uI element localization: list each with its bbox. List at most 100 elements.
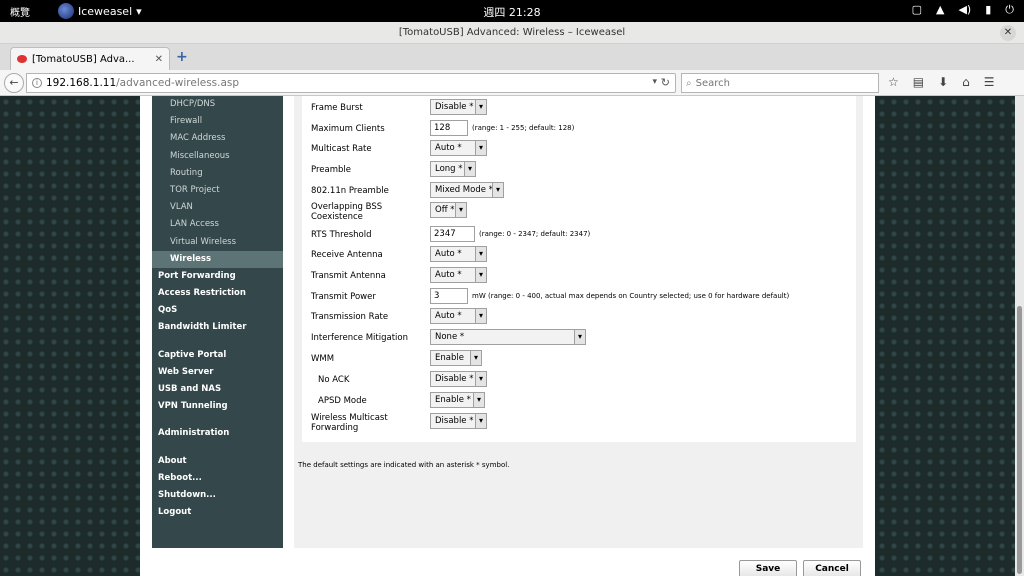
apsd-mode-select[interactable]: Enable * xyxy=(430,392,485,408)
new-tab-button[interactable]: + xyxy=(176,49,188,65)
no-ack-select[interactable]: Disable * xyxy=(430,371,487,387)
tab-bar: [TomatoUSB] Adva... ✕ + xyxy=(0,44,1024,70)
setting-label: RTS Threshold xyxy=(311,230,372,240)
save-button[interactable]: Save xyxy=(739,560,797,576)
network-icon[interactable]: ▲ xyxy=(936,3,944,17)
url-path: /advanced-wireless.asp xyxy=(116,77,240,89)
volume-icon[interactable]: ◀) xyxy=(958,3,971,17)
receive-antenna-select[interactable]: Auto * xyxy=(430,246,487,262)
activities-button[interactable]: 概覽 xyxy=(10,4,30,19)
802-11n-preamble-select[interactable]: Mixed Mode * xyxy=(430,182,504,198)
rts-threshold-input[interactable]: 2347 xyxy=(430,226,475,242)
search-box[interactable]: ⌕ xyxy=(681,73,879,93)
maximum-clients-hint: (range: 1 - 255; default: 128) xyxy=(472,124,575,132)
wmm-select[interactable]: Enable xyxy=(430,350,482,366)
setting-label: Transmission Rate xyxy=(311,312,389,322)
app-menu[interactable]: Iceweasel ▾ xyxy=(58,2,142,20)
sidebar-item-shutdown[interactable]: Shutdown... xyxy=(152,487,283,504)
interference-mitigation-select[interactable]: None * xyxy=(430,329,586,345)
rts-threshold-hint: (range: 0 - 2347; default: 2347) xyxy=(479,230,591,238)
window-titlebar: [TomatoUSB] Advanced: Wireless – Iceweas… xyxy=(0,22,1024,44)
sidebar-item-vlan[interactable]: VLAN xyxy=(152,199,283,216)
sidebar-item-access-restriction[interactable]: Access Restriction xyxy=(152,285,283,302)
sidebar-item-miscellaneous[interactable]: Miscellaneous xyxy=(152,148,283,165)
reading-list-icon[interactable]: ▤ xyxy=(913,75,924,89)
sidebar-item-about[interactable]: About xyxy=(152,453,283,470)
url-bar[interactable]: i 192.168.1.11 /advanced-wireless.asp ▾ … xyxy=(26,73,676,93)
setting-row-interference-mitigation: Interference Mitigation None * xyxy=(311,329,851,349)
sidebar-item-administration[interactable]: Administration xyxy=(152,425,283,442)
sidebar-item-qos[interactable]: QoS xyxy=(152,302,283,319)
transmission-rate-select[interactable]: Auto * xyxy=(430,308,487,324)
downloads-icon[interactable]: ⬇ xyxy=(938,75,948,89)
setting-label: Interference Mitigation xyxy=(311,333,408,343)
sidebar-item-virtual-wireless[interactable]: Virtual Wireless xyxy=(152,234,283,251)
setting-row-maximum-clients: Maximum Clients 128 (range: 1 - 255; defau… xyxy=(311,120,851,140)
multicast-rate-select[interactable]: Auto * xyxy=(430,140,487,156)
sidebar-item-logout[interactable]: Logout xyxy=(152,504,283,521)
sidebar-item-tor-project[interactable]: TOR Project xyxy=(152,182,283,199)
setting-row-802-11n-preamble: 802.11n Preamble Mixed Mode * xyxy=(311,182,851,202)
reload-icon[interactable]: ↻ xyxy=(661,76,670,89)
home-icon[interactable]: ⌂ xyxy=(962,75,970,89)
setting-row-no-ack: No ACK Disable * xyxy=(311,371,851,391)
page-container: DHCP/DNS Firewall MAC Address Miscellaneous… xyxy=(140,96,875,576)
sidebar-item-lan-access[interactable]: LAN Access xyxy=(152,216,283,233)
preamble-select[interactable]: Long * xyxy=(430,161,476,177)
scrollbar-thumb[interactable] xyxy=(1017,306,1022,574)
transmit-antenna-select[interactable]: Auto * xyxy=(430,267,487,283)
power-icon[interactable]: ⏻ xyxy=(1005,3,1014,17)
tab-close-icon[interactable]: ✕ xyxy=(155,54,163,65)
battery-icon[interactable]: ▮ xyxy=(985,3,991,17)
window-title: [TomatoUSB] Advanced: Wireless – Iceweas… xyxy=(398,27,626,38)
setting-row-preamble: Preamble Long * xyxy=(311,161,851,181)
menu-icon[interactable]: ☰ xyxy=(984,75,995,89)
sidebar-item-firewall[interactable]: Firewall xyxy=(152,113,283,130)
site-info-icon[interactable]: i xyxy=(32,78,42,88)
sidebar-item-wireless[interactable]: Wireless xyxy=(152,250,283,268)
clock[interactable]: 週四 21:28 xyxy=(0,4,1024,20)
setting-row-overlapping-bss-coexistence: Overlapping BSS Coexistence Off * xyxy=(311,202,851,222)
setting-label: Frame Burst xyxy=(311,103,363,113)
bookmark-star-icon[interactable]: ☆ xyxy=(888,75,899,89)
setting-row-wireless-multicast-forwarding: Wireless Multicast Forwarding Disable * xyxy=(311,413,851,433)
maximum-clients-input[interactable]: 128 xyxy=(430,120,468,136)
sidebar-item-port-forwarding[interactable]: Port Forwarding xyxy=(152,268,283,285)
cancel-button[interactable]: Cancel xyxy=(803,560,861,576)
sidebar-item-usb-and-nas[interactable]: USB and NAS xyxy=(152,381,283,398)
sidebar-item-vpn-tunneling[interactable]: VPN Tunneling xyxy=(152,398,283,415)
overlapping-bss-coexistence-select[interactable]: Off * xyxy=(430,202,467,218)
sidebar-item-web-server[interactable]: Web Server xyxy=(152,364,283,381)
back-button[interactable]: ← xyxy=(4,73,24,93)
sidebar-item-mac-address[interactable]: MAC Address xyxy=(152,130,283,147)
transmit-power-input[interactable]: 3 xyxy=(430,288,468,304)
setting-row-rts-threshold: RTS Threshold 2347 (range: 0 - 2347; defau… xyxy=(311,226,851,246)
wireless-multicast-forwarding-select[interactable]: Disable * xyxy=(430,413,487,429)
tab-tomatousb[interactable]: [TomatoUSB] Adva... ✕ xyxy=(10,47,170,70)
page-viewport: DHCP/DNS Firewall MAC Address Miscellaneous… xyxy=(0,96,1015,576)
sidebar-item-reboot[interactable]: Reboot... xyxy=(152,470,283,487)
setting-label: Transmit Antenna xyxy=(311,271,386,281)
setting-row-multicast-rate: Multicast Rate Auto * xyxy=(311,140,851,160)
sidebar-item-bandwidth-limiter[interactable]: Bandwidth Limiter xyxy=(152,319,283,336)
default-settings-note: The default settings are indicated with … xyxy=(298,461,510,469)
window-close-button[interactable]: ✕ xyxy=(1000,25,1016,41)
setting-row-receive-antenna: Receive Antenna Auto * xyxy=(311,246,851,266)
url-dropdown-icon[interactable]: ▾ xyxy=(652,77,657,87)
page-scrollbar[interactable] xyxy=(1015,96,1024,576)
setting-row-transmission-rate: Transmission Rate Auto * xyxy=(311,308,851,328)
sidebar-item-routing[interactable]: Routing xyxy=(152,165,283,182)
sidebar-item-dhcp-dns[interactable]: DHCP/DNS xyxy=(152,96,283,113)
setting-label: Overlapping BSS Coexistence xyxy=(311,202,383,222)
search-input[interactable] xyxy=(695,77,866,89)
setting-row-transmit-antenna: Transmit Antenna Auto * xyxy=(311,267,851,287)
setting-label: Preamble xyxy=(311,165,351,175)
app-menu-arrow: ▾ xyxy=(136,4,142,18)
sidebar-item-captive-portal[interactable]: Captive Portal xyxy=(152,347,283,364)
system-tray[interactable]: ▢ ▲ ◀) ▮ ⏻ xyxy=(912,3,1014,17)
toolbar-icons: ☆ ▤ ⬇ ⌂ ☰ xyxy=(888,75,995,89)
window-icon[interactable]: ▢ xyxy=(912,3,922,17)
setting-label: Transmit Power xyxy=(311,292,376,302)
frame-burst-select[interactable]: Disable * xyxy=(430,99,487,115)
